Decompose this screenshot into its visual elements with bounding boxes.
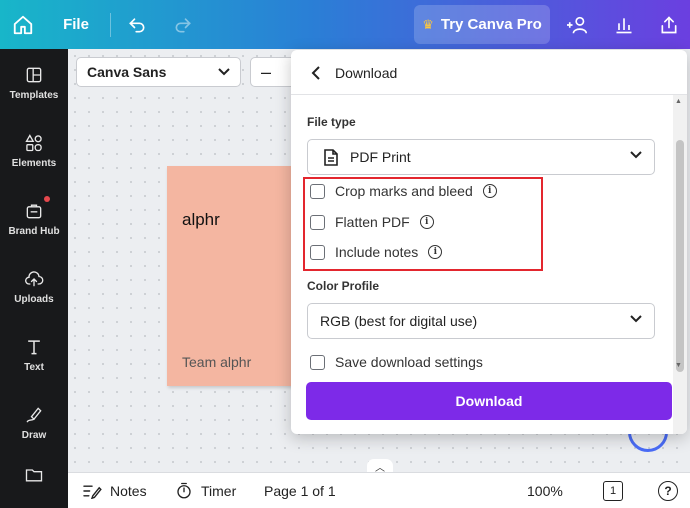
sidebar-item-label: Draw [21, 430, 47, 441]
flatten-pdf-option[interactable]: Flatten PDF i [310, 212, 434, 232]
save-settings-checkbox[interactable] [310, 354, 325, 370]
share-upload-button[interactable] [654, 0, 684, 49]
design-page[interactable] [167, 166, 295, 386]
sidebar-item-label: Uploads [14, 294, 54, 305]
redo-icon [175, 17, 191, 32]
scrollbar-thumb[interactable] [676, 140, 684, 372]
help-icon: ? [658, 481, 678, 501]
chevron-down-icon [630, 151, 642, 159]
minus-icon: – [261, 61, 272, 82]
chevron-left-icon [311, 66, 320, 80]
sidebar-item-text[interactable]: Text [0, 325, 68, 385]
try-canva-pro-label: Try Canva Pro [440, 16, 542, 33]
toolbar-divider [110, 13, 111, 37]
document-icon [324, 148, 338, 166]
crown-icon: ♛ [422, 16, 434, 32]
sidebar-item-uploads[interactable]: Uploads [0, 257, 68, 317]
brand-hub-icon [26, 204, 42, 219]
download-button[interactable]: Download [306, 382, 672, 420]
timer-label: Timer [201, 483, 237, 499]
font-family-select[interactable]: Canva Sans [76, 57, 241, 87]
download-panel: Download File type PDF Print Crop marks … [291, 50, 687, 434]
save-settings-label: Save download settings [335, 354, 483, 370]
draw-icon [26, 407, 42, 423]
left-sidebar: Templates Elements Brand Hub Uploads Tex… [0, 49, 68, 508]
card-subtitle-text[interactable]: Team alphr [182, 354, 251, 370]
chevron-down-icon [218, 68, 230, 76]
crop-marks-checkbox[interactable] [310, 183, 325, 199]
sidebar-item-label: Templates [9, 90, 59, 101]
undo-button[interactable] [122, 0, 152, 49]
card-title-text[interactable]: alphr [182, 210, 220, 230]
color-profile-label: Color Profile [307, 279, 380, 293]
folder-icon [25, 469, 43, 482]
back-button[interactable] [305, 62, 325, 84]
panel-title: Download [335, 65, 398, 81]
page-grid-button[interactable]: 1 [603, 473, 623, 508]
file-type-select[interactable]: PDF Print [307, 139, 655, 175]
info-icon[interactable]: i [419, 215, 434, 229]
font-family-value: Canva Sans [87, 64, 167, 80]
sidebar-item-label: Text [24, 362, 44, 373]
add-people-icon [567, 16, 588, 33]
scroll-up-arrow[interactable]: ▲ [675, 98, 682, 105]
top-bar: File ♛ Try Canva Pro [0, 0, 690, 49]
notes-label: Notes [110, 483, 147, 499]
chevron-down-icon [630, 315, 642, 323]
color-profile-value: RGB (best for digital use) [320, 313, 478, 329]
info-icon[interactable]: i [428, 245, 443, 259]
save-settings-option[interactable]: Save download settings [310, 352, 483, 372]
undo-icon [129, 17, 145, 32]
info-icon[interactable]: i [482, 184, 497, 198]
notes-button[interactable]: Notes [82, 473, 147, 508]
try-canva-pro-button[interactable]: ♛ Try Canva Pro [414, 5, 550, 44]
file-type-value: PDF Print [350, 149, 411, 165]
sidebar-item-label: Brand Hub [8, 226, 60, 237]
redo-button[interactable] [168, 0, 198, 49]
include-notes-option[interactable]: Include notes i [310, 242, 443, 262]
scroll-down-arrow[interactable]: ▼ [675, 362, 682, 369]
pages-count-icon: 1 [603, 481, 623, 501]
flatten-pdf-label: Flatten PDF [335, 214, 410, 230]
include-notes-label: Include notes [335, 244, 419, 260]
uploads-icon [25, 271, 44, 287]
help-button[interactable]: ? [658, 473, 678, 508]
include-notes-checkbox[interactable] [310, 244, 325, 260]
color-profile-select[interactable]: RGB (best for digital use) [307, 303, 655, 339]
expand-pages-button[interactable]: ︿ [367, 459, 393, 474]
share-people-button[interactable] [562, 0, 594, 49]
sidebar-item-label: Elements [11, 158, 57, 169]
crop-marks-option[interactable]: Crop marks and bleed i [310, 181, 497, 201]
bar-chart-icon [616, 17, 632, 33]
sidebar-item-draw[interactable]: Draw [0, 393, 68, 453]
page-indicator: Page 1 of 1 [264, 483, 336, 499]
sidebar-item-templates[interactable]: Templates [0, 53, 68, 113]
insights-button[interactable] [609, 0, 639, 49]
text-icon [28, 340, 40, 355]
timer-icon [177, 482, 191, 499]
home-icon [13, 15, 33, 34]
notification-dot [44, 196, 50, 202]
timer-button[interactable]: Timer [175, 473, 236, 508]
zoom-level[interactable]: 100% [527, 473, 563, 508]
templates-icon [26, 67, 42, 83]
sidebar-item-projects[interactable] [0, 461, 68, 505]
notes-icon [83, 485, 102, 499]
file-type-label: File type [307, 115, 356, 129]
upload-icon [661, 15, 677, 33]
sidebar-item-brand-hub[interactable]: Brand Hub [0, 189, 68, 249]
bottom-bar: Notes Timer Page 1 of 1 100% 1 ? [68, 472, 690, 508]
panel-header: Download [291, 50, 687, 95]
sidebar-item-elements[interactable]: Elements [0, 121, 68, 181]
crop-marks-label: Crop marks and bleed [335, 183, 473, 199]
elements-icon [25, 134, 42, 152]
file-menu[interactable]: File [58, 0, 94, 49]
flatten-pdf-checkbox[interactable] [310, 214, 325, 230]
home-button[interactable] [4, 0, 42, 49]
